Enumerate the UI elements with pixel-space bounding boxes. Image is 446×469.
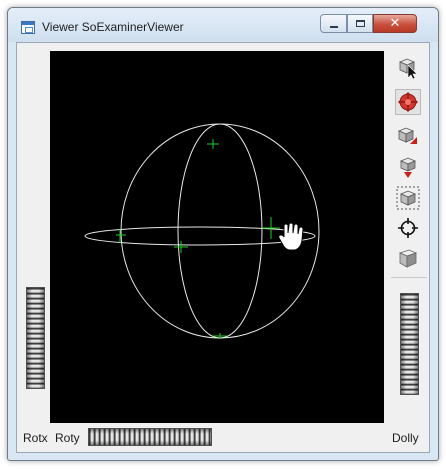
- viewer-toolbar: [391, 51, 427, 278]
- title-bar[interactable]: Viewer SoExaminerViewer ✕: [8, 8, 438, 42]
- set-home-button[interactable]: [395, 155, 421, 181]
- home-view-icon: [397, 127, 417, 144]
- arrow-cursor-icon: [398, 58, 418, 79]
- perspective-cube-icon: [398, 249, 418, 268]
- close-button[interactable]: ✕: [373, 14, 417, 33]
- set-home-view-icon: [399, 157, 417, 178]
- dolly-label: Dolly: [392, 431, 419, 445]
- maximize-icon: [355, 20, 365, 27]
- minimize-button[interactable]: [320, 14, 347, 33]
- home-button[interactable]: [395, 123, 421, 149]
- view-all-icon: [396, 186, 420, 210]
- scene-canvas[interactable]: [50, 51, 384, 423]
- minimize-icon: [329, 25, 338, 28]
- roty-label: Roty: [55, 431, 80, 445]
- rotx-label: Rotx: [23, 431, 48, 445]
- sphere-meridian: [177, 123, 263, 339]
- rotx-thumbwheel[interactable]: [26, 287, 45, 389]
- viewer-window: Viewer SoExaminerViewer ✕ Rotx Roty Doll…: [7, 7, 439, 461]
- marker-center-icon: [174, 241, 188, 253]
- marker-top-icon: [207, 139, 219, 149]
- maximize-button[interactable]: [347, 14, 373, 33]
- dolly-thumbwheel[interactable]: [400, 293, 419, 395]
- window-title: Viewer SoExaminerViewer: [42, 20, 184, 34]
- rotate-view-icon: [398, 92, 418, 112]
- viewer-client-area: Rotx Roty Dolly: [16, 42, 430, 453]
- 3d-viewport[interactable]: [50, 51, 384, 423]
- view-mode-button[interactable]: [395, 89, 421, 115]
- marker-front-icon: [262, 217, 280, 239]
- seek-crosshair-icon: [398, 218, 418, 238]
- seek-button[interactable]: [395, 215, 421, 241]
- close-icon: ✕: [389, 16, 401, 31]
- view-all-button[interactable]: [395, 185, 421, 211]
- app-window-icon[interactable]: [21, 21, 35, 34]
- pick-mode-button[interactable]: [395, 55, 421, 81]
- projection-button[interactable]: [395, 245, 421, 271]
- roty-thumbwheel[interactable]: [88, 428, 212, 446]
- hand-cursor-icon: [278, 222, 304, 251]
